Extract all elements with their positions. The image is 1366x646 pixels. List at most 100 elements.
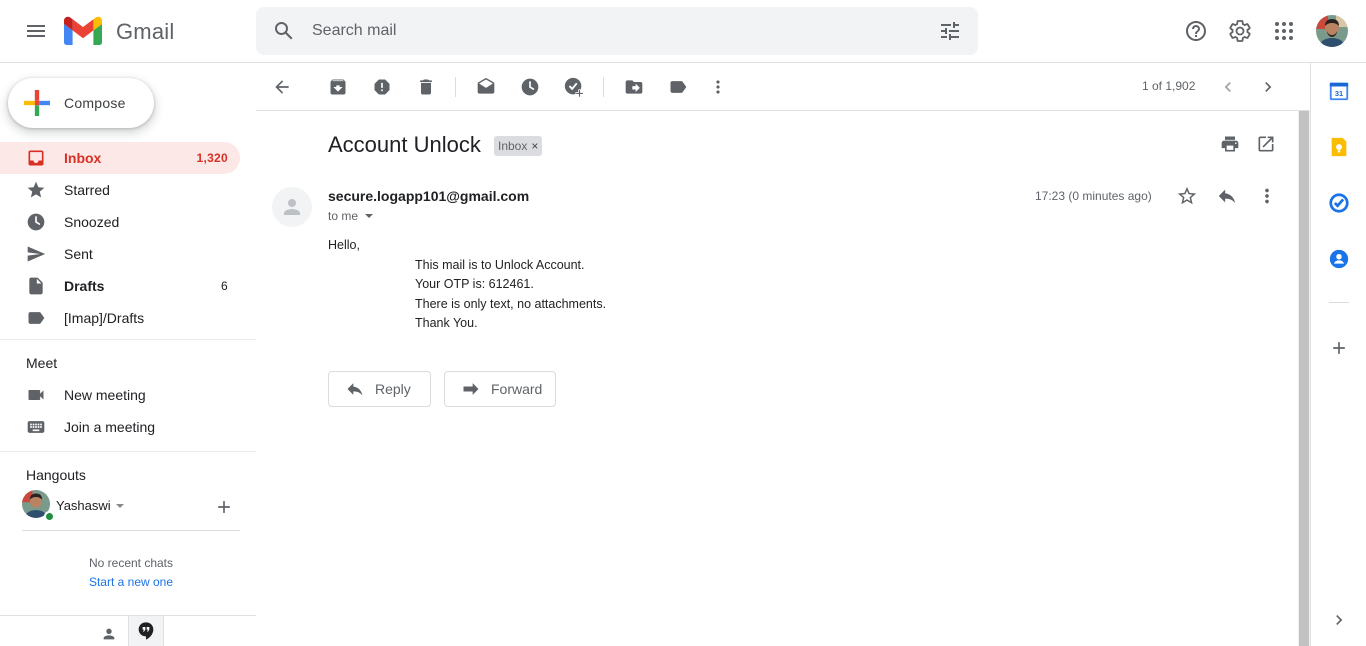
compose-plus-icon [24, 90, 50, 116]
divider [0, 451, 256, 452]
nav-item-label: Snoozed [64, 214, 120, 230]
meet-section-title: Meet [26, 355, 58, 371]
account-avatar[interactable] [1316, 15, 1348, 47]
toolbar-divider [603, 77, 604, 97]
apps-grid-icon[interactable] [1268, 15, 1300, 47]
search-bar [256, 7, 978, 55]
draft-icon [29, 277, 43, 295]
gmail-logo-icon[interactable] [64, 15, 102, 47]
back-arrow-icon[interactable] [270, 75, 294, 99]
sender-email[interactable]: secure.logapp101@gmail.com [328, 188, 529, 204]
reply-icon[interactable] [1216, 185, 1240, 209]
expand-panel-chevron-icon[interactable] [1327, 608, 1351, 632]
nav-item-sent[interactable]: Sent [0, 238, 240, 270]
unread-count: 1,320 [196, 151, 228, 165]
search-icon[interactable] [268, 15, 300, 47]
online-status-dot [44, 511, 55, 522]
more-vert-icon[interactable] [706, 75, 730, 99]
label-chip-text: Inbox [498, 139, 528, 153]
nav-item-drafts[interactable]: Drafts 6 [0, 270, 240, 302]
settings-gear-icon[interactable] [1224, 15, 1256, 47]
search-input[interactable] [312, 19, 872, 43]
label-icon [28, 312, 45, 324]
body-line: There is only text, no attachments. [415, 296, 607, 311]
inbox-label-chip[interactable]: Inbox × [494, 136, 543, 156]
no-recent-chats-text: No recent chats [88, 556, 174, 570]
hangouts-quote-icon[interactable] [128, 616, 164, 646]
message-view: Account Unlock Inbox × secure.logapp101@… [256, 111, 1298, 646]
scrollbar-thumb[interactable] [1299, 111, 1309, 646]
more-vert-icon[interactable] [1256, 185, 1280, 209]
caret-down-icon [365, 214, 374, 218]
caret-down-icon[interactable] [115, 501, 125, 511]
mail-folders: Inbox 1,320 Starred Snoozed Sent Drafts … [0, 142, 256, 334]
labels-icon[interactable] [666, 75, 690, 99]
search-options-icon[interactable] [938, 19, 962, 43]
report-spam-icon[interactable] [370, 75, 394, 99]
sender-avatar[interactable] [272, 187, 312, 227]
compose-button[interactable]: Compose [8, 78, 154, 128]
toolbar-divider [455, 77, 456, 97]
join-meeting-label: Join a meeting [64, 419, 156, 435]
keyboard-icon [27, 421, 45, 433]
contacts-icon[interactable] [1327, 247, 1351, 271]
pagination-text: 1 of 1,902 [1142, 79, 1196, 93]
reply-label: Reply [375, 381, 411, 397]
older-chevron-right-icon[interactable] [1256, 75, 1280, 99]
message-toolbar: 1 of 1,902 [256, 63, 1310, 111]
recipient-text: to me [328, 209, 359, 223]
add-icon[interactable] [214, 497, 234, 517]
nav-item-label: Inbox [64, 150, 102, 166]
star-outline-icon[interactable] [1176, 185, 1200, 209]
message-scrollbar[interactable] [1298, 111, 1310, 646]
add-addon-icon[interactable] [1327, 336, 1351, 360]
nav-item-inbox[interactable]: Inbox 1,320 [0, 142, 240, 174]
compose-label: Compose [64, 95, 126, 111]
join-meeting-item[interactable]: Join a meeting [0, 411, 256, 443]
mark-unread-icon[interactable] [474, 75, 498, 99]
archive-icon[interactable] [326, 75, 350, 99]
divider [0, 339, 256, 340]
videocam-icon [28, 390, 44, 400]
delete-trash-icon[interactable] [414, 75, 438, 99]
contacts-person-icon[interactable] [96, 622, 122, 646]
remove-label-icon[interactable]: × [531, 139, 538, 153]
start-new-chat-link[interactable]: Start a new one [0, 575, 262, 589]
recipient-details[interactable]: to me [328, 209, 374, 223]
forward-icon [463, 383, 479, 395]
message-subject: Account Unlock [328, 132, 481, 157]
star-icon [27, 181, 45, 198]
help-icon[interactable] [1180, 15, 1212, 47]
new-meeting-label: New meeting [64, 387, 146, 403]
main-menu-button[interactable] [14, 9, 58, 53]
otp-line: Your OTP is: 612461. [415, 277, 534, 291]
reply-button[interactable]: Reply [328, 371, 431, 407]
hangouts-username: Yashaswi [56, 498, 111, 513]
hangouts-user[interactable]: Yashaswi [22, 490, 252, 522]
move-to-icon[interactable] [622, 75, 646, 99]
open-new-window-icon[interactable] [1256, 134, 1280, 158]
nav-item-starred[interactable]: Starred [0, 174, 240, 206]
side-divider [1329, 302, 1349, 303]
hamburger-icon [27, 25, 45, 37]
nav-item-snoozed[interactable]: Snoozed [0, 206, 240, 238]
send-icon [27, 246, 46, 262]
snooze-clock-icon[interactable] [518, 75, 542, 99]
message-body: Hello, This mail is to Unlock Account. Y… [328, 236, 606, 334]
calendar-icon[interactable]: 31 [1327, 79, 1351, 103]
print-icon[interactable] [1220, 134, 1244, 158]
hangouts-bottom-bar [0, 615, 256, 646]
add-to-tasks-icon[interactable] [562, 75, 586, 99]
message-timestamp: 17:23 (0 minutes ago) [1035, 189, 1152, 203]
new-meeting-item[interactable]: New meeting [0, 379, 256, 411]
nav-item-label: Starred [64, 182, 110, 198]
newer-chevron-left-icon[interactable] [1216, 75, 1240, 99]
nav-item-label: Sent [64, 246, 93, 262]
forward-button[interactable]: Forward [444, 371, 556, 407]
top-header: Gmail [0, 0, 1366, 63]
gmail-brand-text: Gmail [116, 19, 175, 44]
keep-icon[interactable] [1327, 135, 1351, 159]
divider [22, 530, 240, 531]
nav-item-imap-drafts[interactable]: [Imap]/Drafts [0, 302, 240, 334]
tasks-icon[interactable] [1327, 191, 1351, 215]
